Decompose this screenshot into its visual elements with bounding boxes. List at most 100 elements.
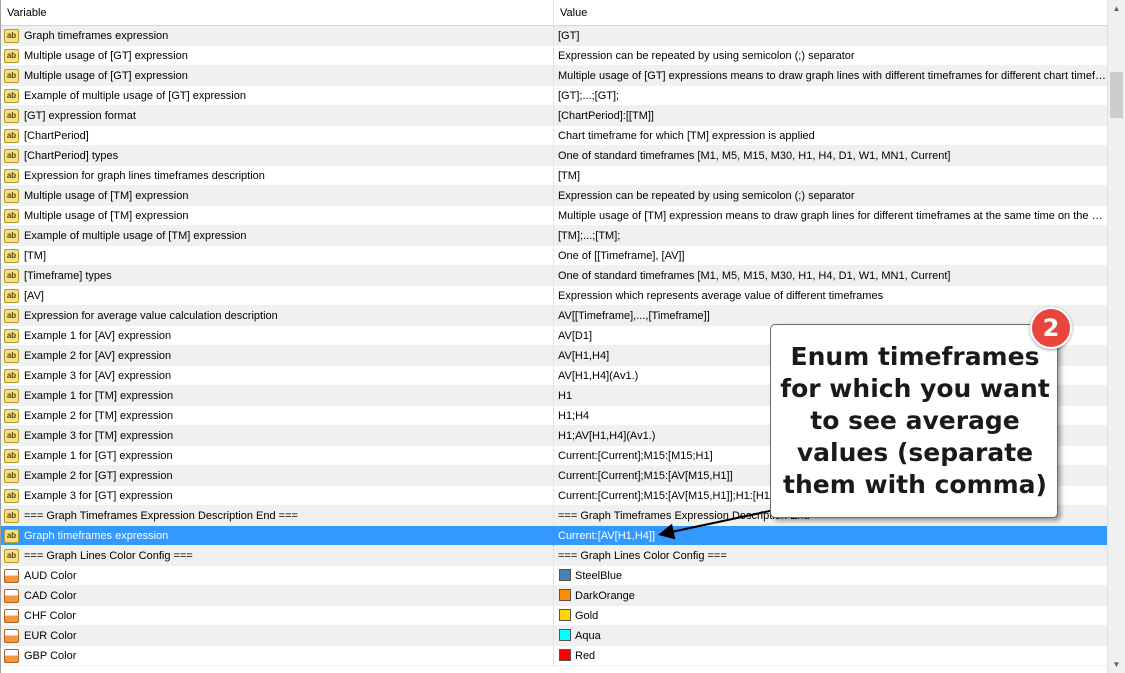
scroll-up-arrow-icon[interactable]: ▲ [1108,0,1125,17]
value-text: [GT] [558,30,580,42]
value-cell[interactable]: AV[[Timeframe],...,[Timeframe]] [554,306,1107,326]
value-text: Expression which represents average valu… [558,290,884,302]
table-row[interactable]: Multiple usage of [GT] expression ab Multi… [1,66,1107,86]
value-text: Gold [575,610,599,622]
value-text: AV[D1] [558,330,593,342]
string-type-icon: ab [4,89,19,103]
value-text: Red [575,650,596,662]
color-swatch [559,629,571,641]
table-row[interactable]: Multiple usage of [TM] expression ab Multi… [1,206,1107,226]
string-type-icon: ab [4,389,19,403]
table-row[interactable]: [Timeframe] types ab One of standard timef… [1,266,1107,286]
string-type-icon: ab [4,189,19,203]
table-row[interactable]: Example of multiple usage of [TM] expres… [1,226,1107,246]
string-type-icon: ab [4,129,19,143]
variable-cell: Graph timeframes expression [1,26,554,46]
value-cell[interactable]: Expression can be repeated by using semi… [554,186,1107,206]
value-cell[interactable]: [TM];...;[TM]; [554,226,1107,246]
value-text: Current:[Current];M15:[AV[M15,H1]];H1:[H… [558,490,786,502]
variable-cell: [GT] expression format [1,106,554,126]
string-type-icon: ab [4,329,19,343]
value-text: Multiple usage of [GT] expressions means… [558,70,1107,82]
value-cell[interactable]: Multiple usage of [GT] expressions means… [554,66,1107,86]
table-row[interactable]: Multiple usage of [GT] expression ab Expre… [1,46,1107,66]
string-type-icon: ab [4,209,19,223]
variable-cell: CHF Color [1,606,554,626]
table-row[interactable]: Graph timeframes expression ab Current:[AV… [1,526,1107,546]
value-text: [TM] [558,170,580,182]
variable-cell: Multiple usage of [GT] expression [1,66,554,86]
vertical-scrollbar[interactable]: ▲ ▼ [1107,0,1125,673]
string-type-icon: ab [4,29,19,43]
column-header-variable[interactable]: Variable [1,0,554,26]
value-cell[interactable]: Current:[AV[H1,H4]] [554,526,1107,546]
table-row[interactable]: [TM] ab One of [[Timeframe], [AV]] [1,246,1107,266]
string-type-icon: ab [4,549,19,563]
value-cell[interactable]: [GT];...;[GT]; [554,86,1107,106]
value-text: [ChartPeriod]:[[TM]] [558,110,654,122]
value-text: [GT];...;[GT]; [558,90,620,102]
value-cell[interactable]: One of standard timeframes [M1, M5, M15,… [554,146,1107,166]
table-row[interactable]: Expression for average value calculation… [1,306,1107,326]
column-header-value[interactable]: Value [554,0,1107,26]
table-row[interactable]: GBP Color Red [1,646,1107,666]
value-text: AV[[Timeframe],...,[Timeframe]] [558,310,710,322]
value-cell[interactable]: [GT] [554,26,1107,46]
value-text: Current:[AV[H1,H4]] [558,530,655,542]
color-swatch [559,589,571,601]
table-row[interactable]: [AV] ab Expression which represents averag… [1,286,1107,306]
variable-cell: Expression for graph lines timeframes de… [1,166,554,186]
table-row[interactable]: [ChartPeriod] types ab One of standard tim… [1,146,1107,166]
value-text: Multiple usage of [TM] expression means … [558,210,1107,222]
value-cell[interactable]: DarkOrange [554,586,1107,606]
value-cell[interactable]: SteelBlue [554,566,1107,586]
value-cell[interactable]: Expression can be repeated by using semi… [554,46,1107,66]
variable-cell: Example 2 for [TM] expression [1,406,554,426]
table-row[interactable]: Multiple usage of [TM] expression ab Expre… [1,186,1107,206]
value-cell[interactable]: Chart timeframe for which [TM] expressio… [554,126,1107,146]
string-type-icon: ab [4,169,19,183]
value-text: SteelBlue [575,570,623,582]
table-row[interactable]: [ChartPeriod] ab Chart timeframe for which… [1,126,1107,146]
table-row[interactable]: Graph timeframes expression ab [GT] [1,26,1107,46]
table-row[interactable]: CHF Color Gold [1,606,1107,626]
value-cell[interactable]: Multiple usage of [TM] expression means … [554,206,1107,226]
variable-cell: [ChartPeriod] types [1,146,554,166]
value-cell[interactable]: Gold [554,606,1107,626]
variable-cell: [Timeframe] types [1,266,554,286]
string-type-icon: ab [4,489,19,503]
variable-cell: === Graph Timeframes Expression Descript… [1,506,554,526]
table-row[interactable]: EUR Color Aqua [1,626,1107,646]
string-type-icon: ab [4,529,19,543]
value-text: Current:[Current];M15:[M15;H1] [558,450,713,462]
value-cell[interactable]: Expression which represents average valu… [554,286,1107,306]
string-type-icon: ab [4,429,19,443]
variable-cell: Example of multiple usage of [TM] expres… [1,226,554,246]
value-text: === Graph Lines Color Config === [558,550,727,562]
value-cell[interactable]: Aqua [554,626,1107,646]
step-badge: 2 [1030,307,1072,349]
value-cell[interactable]: [ChartPeriod]:[[TM]] [554,106,1107,126]
value-text: DarkOrange [575,590,635,602]
value-text: One of standard timeframes [M1, M5, M15,… [558,150,951,162]
value-cell[interactable]: === Graph Lines Color Config === [554,546,1107,566]
scroll-down-arrow-icon[interactable]: ▼ [1108,656,1125,673]
value-text: AV[H1,H4] [558,350,610,362]
table-row[interactable]: [GT] expression format ab [ChartPeriod]:[[… [1,106,1107,126]
string-type-icon: ab [4,449,19,463]
value-cell[interactable]: One of standard timeframes [M1, M5, M15,… [554,266,1107,286]
scrollbar-thumb[interactable] [1110,72,1123,118]
table-row[interactable]: CAD Color DarkOrange [1,586,1107,606]
table-row[interactable]: Expression for graph lines timeframes de… [1,166,1107,186]
table-row[interactable]: === Graph Lines Color Config === ab === Gr… [1,546,1107,566]
value-cell[interactable]: One of [[Timeframe], [AV]] [554,246,1107,266]
value-text: H1 [558,390,573,402]
value-cell[interactable]: Red [554,646,1107,666]
string-type-icon: ab [4,309,19,323]
variable-cell: Expression for average value calculation… [1,306,554,326]
color-type-icon [4,629,19,643]
table-row[interactable]: AUD Color SteelBlue [1,566,1107,586]
table-row[interactable]: Example of multiple usage of [GT] expres… [1,86,1107,106]
variable-cell: Graph timeframes expression [1,526,554,546]
value-cell[interactable]: [TM] [554,166,1107,186]
